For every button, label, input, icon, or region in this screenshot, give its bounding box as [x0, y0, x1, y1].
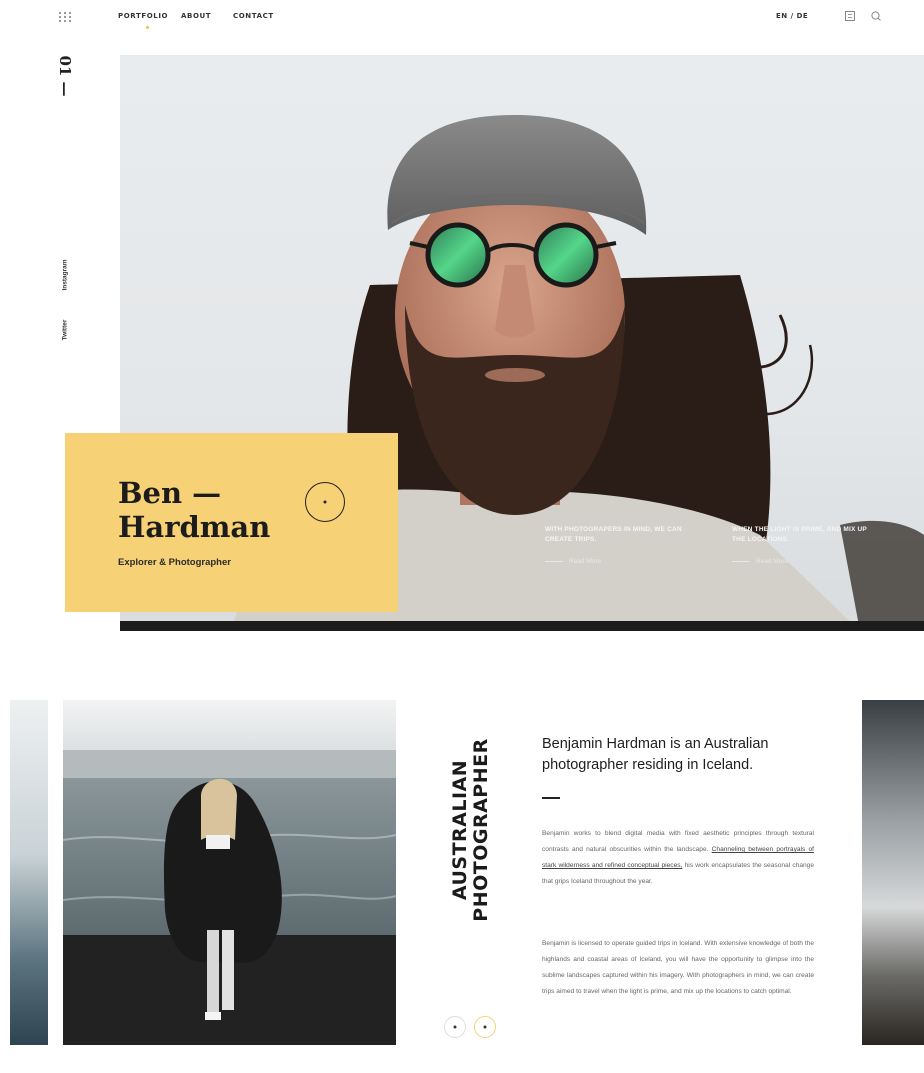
- about-paragraph-2: Benjamin is licensed to operate guided t…: [542, 940, 814, 995]
- about-divider: [542, 797, 560, 799]
- hero-caption-2: WHEN THE LIGHT IS PRIME, AND MIX UP THE …: [732, 526, 867, 543]
- hero-role: Explorer & Photographer: [118, 557, 231, 568]
- about-photo: [63, 700, 396, 1045]
- social-link-twitter[interactable]: Twitter: [58, 305, 72, 355]
- language-switch[interactable]: EN / DE: [776, 12, 808, 20]
- nav-about[interactable]: ABOUT: [181, 12, 211, 20]
- nav-portfolio[interactable]: PORTFOLIO: [118, 12, 168, 20]
- about-vertical-title: AUSTRALIAN PHOTOGRAPHER: [449, 738, 492, 922]
- side-photo-right: [862, 700, 924, 1045]
- pager-dot-1[interactable]: [444, 1016, 466, 1038]
- hero-caption-1: WITH PHOTOGRAPERS IN MIND, WE CAN CREATE…: [545, 526, 682, 543]
- read-more-link-1[interactable]: Read More: [545, 558, 601, 565]
- hero-name-card: Ben — Hardman Explorer & Photographer: [65, 433, 398, 612]
- about-paragraph-1: Benjamin works to blend digital media wi…: [542, 830, 814, 885]
- nav-contact[interactable]: CONTACT: [233, 12, 274, 20]
- about-title: Benjamin Hardman is an Australian photog…: [542, 736, 769, 773]
- read-more-link-2[interactable]: Read More: [732, 558, 788, 565]
- search-icon[interactable]: [870, 10, 882, 22]
- nav-active-indicator: [146, 26, 149, 29]
- social-link-instagram[interactable]: Instagram: [58, 250, 72, 300]
- hero-name-line-1: Ben —: [118, 476, 222, 510]
- pager-dot-2[interactable]: [474, 1016, 496, 1038]
- menu-grid-icon[interactable]: [59, 12, 71, 22]
- side-photo-left: [10, 700, 48, 1045]
- grid-view-icon[interactable]: [844, 10, 856, 22]
- hero-name-line-2: Hardman: [118, 510, 271, 544]
- slide-number: 01 —: [56, 55, 74, 97]
- play-circle-button[interactable]: [305, 482, 345, 522]
